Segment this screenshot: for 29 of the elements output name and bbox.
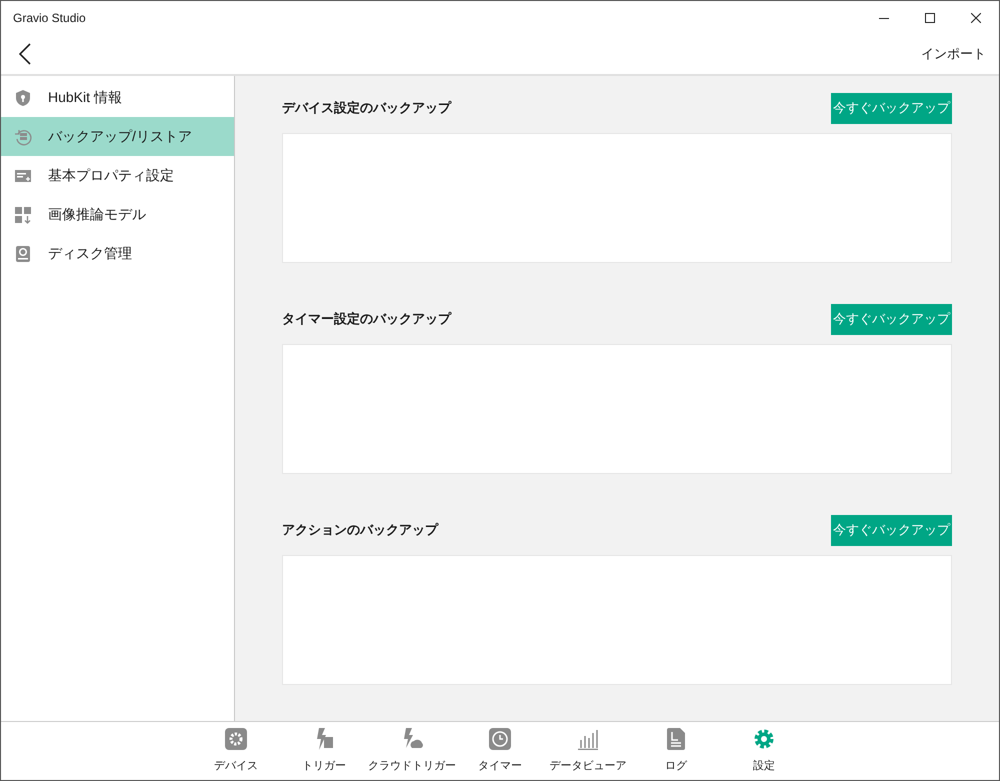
lightning-cloud-icon — [401, 728, 423, 750]
import-button[interactable]: インポート — [921, 44, 986, 64]
sidebar-item[interactable]: ディスク管理 — [1, 234, 234, 273]
back-icon[interactable] — [19, 43, 31, 65]
nav-tab[interactable]: トリガー — [280, 725, 368, 777]
nav-tab[interactable]: デバイス — [192, 725, 280, 777]
sidebar-item[interactable]: 画像推論モデル — [1, 195, 234, 234]
sidebar-item[interactable]: バックアップ/リストア — [1, 117, 234, 156]
close-icon[interactable] — [971, 12, 981, 22]
gear-icon — [753, 728, 775, 750]
nav-tab[interactable]: タイマー — [456, 725, 544, 777]
section-title: デバイス設定のバックアップ — [282, 99, 451, 118]
nav-tab[interactable]: 設定 — [720, 725, 808, 777]
section-title: アクションのバックアップ — [282, 521, 438, 540]
section-title: タイマー設定のバックアップ — [282, 310, 451, 328]
nav-tab[interactable]: ログ — [632, 725, 720, 777]
restore-icon — [14, 128, 32, 146]
bar-chart-icon — [577, 728, 599, 750]
grid-icon — [14, 206, 32, 224]
sidebar-item[interactable]: 基本プロパティ設定 — [1, 156, 234, 195]
sidebar-item[interactable]: HubKit 情報 — [1, 78, 234, 117]
gear-icon — [225, 728, 247, 750]
shield-icon — [14, 88, 32, 106]
document-icon — [667, 728, 685, 750]
maximize-icon[interactable] — [925, 12, 935, 22]
window-title: Gravio Studio — [13, 10, 86, 26]
nav-tab[interactable]: クラウドトリガー — [368, 725, 456, 777]
nav-tab[interactable]: データビューア — [544, 725, 632, 777]
clock-icon — [489, 728, 511, 750]
